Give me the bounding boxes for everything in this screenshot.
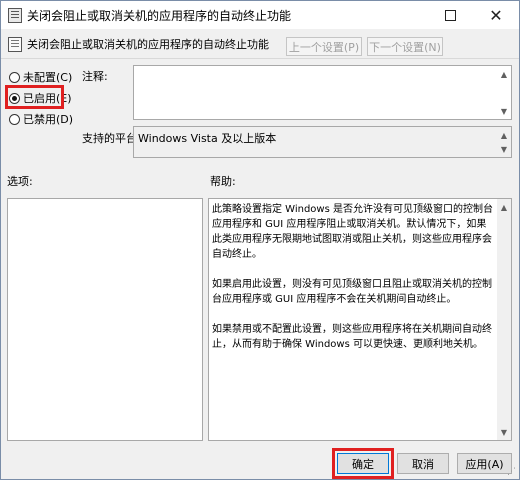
help-paragraph: 如果禁用或不配置此设置，则这些应用程序将在关机期间自动终止，从而有助于确保 Wi… <box>212 324 492 350</box>
scroll-down-arrow-icon[interactable]: ▼ <box>497 104 511 118</box>
radio-disabled[interactable]: 已禁用(D) <box>9 111 73 127</box>
options-label: 选项: <box>7 175 33 188</box>
platform-field: Windows Vista 及以上版本 ▲ ▼ <box>133 126 512 158</box>
close-button[interactable]: ✕ <box>473 1 519 29</box>
platform-value: Windows Vista 及以上版本 <box>138 132 277 145</box>
scroll-up-arrow-icon[interactable]: ▲ <box>497 67 511 81</box>
comment-textarea[interactable]: ▲ ▼ <box>133 65 512 120</box>
policy-name: 关闭会阻止或取消关机的应用程序的自动终止功能 <box>27 38 269 51</box>
scroll-down-arrow-icon[interactable]: ▼ <box>497 425 511 439</box>
radio-label: 未配置(C) <box>23 71 73 84</box>
resize-grip-icon[interactable]: ⋰ <box>507 467 517 477</box>
previous-setting-button[interactable]: 上一个设置(P) <box>286 37 362 56</box>
platform-label: 支持的平台: <box>82 132 141 145</box>
cancel-button[interactable]: 取消 <box>397 453 449 474</box>
help-panel: 此策略设置指定 Windows 是否允许没有可见顶级窗口的控制台应用程序和 GU… <box>208 198 512 441</box>
apply-button[interactable]: 应用(A) <box>457 453 512 474</box>
title-bar[interactable]: 关闭会阻止或取消关机的应用程序的自动终止功能 ✕ <box>1 1 519 29</box>
help-text: 此策略设置指定 Windows 是否允许没有可见顶级窗口的控制台应用程序和 GU… <box>212 202 496 367</box>
next-setting-button[interactable]: 下一个设置(N) <box>367 37 443 56</box>
help-scrollbar[interactable]: ▲ ▼ <box>497 199 511 440</box>
maximize-button[interactable] <box>427 1 473 29</box>
policy-dialog: 关闭会阻止或取消关机的应用程序的自动终止功能 ✕ 关闭会阻止或取消关机的应用程序… <box>0 0 520 480</box>
policy-setting-icon <box>8 37 22 52</box>
comment-label: 注释: <box>82 70 108 83</box>
scroll-down-arrow-icon[interactable]: ▼ <box>497 142 511 156</box>
highlight-box-enabled <box>5 85 64 109</box>
window-title: 关闭会阻止或取消关机的应用程序的自动终止功能 <box>27 9 292 23</box>
highlight-box-ok <box>332 448 394 479</box>
help-label: 帮助: <box>210 175 236 188</box>
scroll-up-arrow-icon[interactable]: ▲ <box>497 128 511 142</box>
radio-circle[interactable] <box>9 113 20 125</box>
header-divider <box>1 58 519 59</box>
options-panel <box>7 198 203 441</box>
help-paragraph: 此策略设置指定 Windows 是否允许没有可见顶级窗口的控制台应用程序和 GU… <box>212 204 493 260</box>
policy-document-icon <box>8 8 22 23</box>
radio-circle[interactable] <box>9 71 20 83</box>
close-icon: ✕ <box>489 5 503 25</box>
help-paragraph: 如果启用此设置，则没有可见顶级窗口且阻止或取消关机的控制台应用程序或 GUI 应… <box>212 279 492 305</box>
scroll-up-arrow-icon[interactable]: ▲ <box>497 200 511 214</box>
header-row: 关闭会阻止或取消关机的应用程序的自动终止功能 上一个设置(P) 下一个设置(N) <box>1 29 519 59</box>
maximize-icon <box>444 9 456 21</box>
radio-not-configured[interactable]: 未配置(C) <box>9 69 72 85</box>
radio-label: 已禁用(D) <box>23 113 74 126</box>
